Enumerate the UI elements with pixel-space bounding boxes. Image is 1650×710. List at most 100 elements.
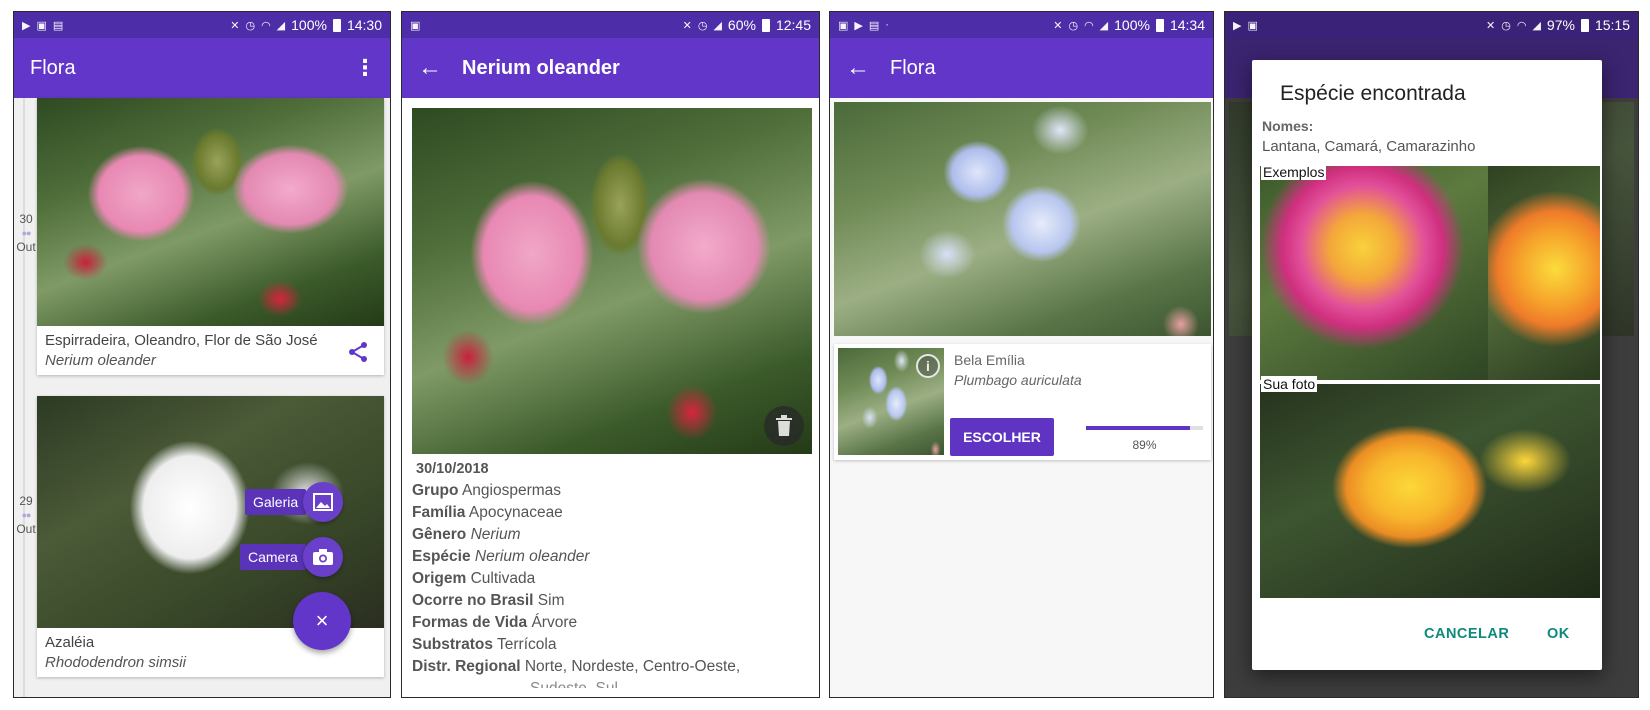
cancel-button[interactable]: CANCELAR	[1424, 626, 1509, 642]
names-value: Lantana, Camará, Camarazinho	[1262, 138, 1476, 155]
notification-icon: ▣	[36, 19, 47, 32]
battery-icon	[1580, 18, 1589, 32]
battery-percent: 60%	[727, 17, 756, 33]
mute-icon: ✕	[230, 19, 240, 32]
timeline-dot-icon: ●●	[21, 228, 32, 238]
timeline-dot-icon: ●●	[21, 510, 32, 520]
detail-label: Origem	[412, 570, 467, 587]
names-label: Nomes:	[1262, 118, 1314, 134]
dialog-title: Espécie encontrada	[1280, 82, 1466, 105]
delete-button[interactable]	[764, 406, 804, 446]
clock: 15:15	[1594, 17, 1630, 33]
clock: 14:34	[1169, 17, 1205, 33]
notification-icon: ·	[885, 19, 889, 31]
battery-percent: 100%	[291, 17, 327, 33]
camera-button[interactable]	[303, 537, 343, 577]
detail-label: Grupo	[412, 482, 459, 499]
species-details: 30/10/2018 Grupo Angiospermas Família Ap…	[412, 458, 811, 688]
ok-button[interactable]: OK	[1547, 626, 1570, 642]
screen-timeline: ▶ ▣ ▤ ✕ ◷ ◠ ◢ 100% 14:30 Flora ⋮ 30 ●● Out 29 ●…	[13, 11, 391, 698]
card-caption: Espirradeira, Oleandro, Flor de São José…	[37, 326, 384, 375]
example-photo[interactable]	[1488, 166, 1600, 380]
wifi-icon: ◠	[1516, 19, 1527, 32]
result-content: i Bela Emília Plumbago auriculata ESCOLH…	[830, 98, 1213, 697]
confidence-bar	[1086, 426, 1203, 430]
detail-row: Grupo Angiospermas	[412, 480, 811, 502]
notification-icon: ▣	[1247, 19, 1258, 32]
mute-icon: ✕	[682, 19, 692, 32]
notification-icon: ▣	[838, 19, 849, 32]
result-thumbnail[interactable]: i	[838, 348, 944, 455]
back-arrow-icon[interactable]: ←	[846, 54, 890, 82]
detail-value-continued: Sudeste, Sul	[412, 678, 811, 688]
share-icon[interactable]	[346, 340, 370, 364]
mute-icon: ✕	[1053, 19, 1063, 32]
date-month: Out	[16, 240, 36, 254]
info-icon[interactable]: i	[916, 354, 940, 378]
detail-value: Apocynaceae	[468, 504, 563, 521]
date-day: 30	[19, 212, 33, 226]
mute-icon: ✕	[1486, 19, 1496, 32]
detail-row: Espécie Nerium oleander	[412, 546, 811, 568]
flower-photo	[412, 108, 812, 454]
detail-label: Ocorre no Brasil	[412, 592, 534, 609]
wifi-icon: ◠	[1084, 19, 1094, 32]
detail-label: Família	[412, 504, 466, 521]
confidence-label: 89%	[1132, 438, 1157, 452]
detail-content[interactable]: 30/10/2018 Grupo Angiospermas Família Ap…	[402, 98, 819, 697]
example-photo[interactable]	[1260, 166, 1488, 380]
detail-label: Formas de Vida	[412, 614, 528, 631]
status-bar: ▣ ▶ ▤ · ✕ ◷ ◠ ◢ 100% 14:34	[830, 12, 1213, 38]
overflow-menu-icon[interactable]: ⋮	[354, 55, 376, 81]
wifi-icon: ◠	[261, 19, 271, 32]
notification-icon: ▤	[868, 19, 880, 32]
clock: 14:30	[346, 17, 382, 33]
detail-value: Sim	[537, 592, 565, 609]
fab-close-button[interactable]: ×	[293, 592, 351, 650]
battery-percent: 100%	[1114, 17, 1150, 33]
detail-row: Distr. Regional Norte, Nordeste, Centro-…	[412, 656, 811, 678]
result-common-name: Bela Emília	[954, 352, 1025, 368]
gallery-button[interactable]	[303, 482, 343, 522]
choose-button[interactable]: ESCOLHER	[950, 418, 1054, 456]
flower-photo	[37, 98, 384, 326]
signal-icon: ◢	[713, 19, 722, 32]
examples-label: Exemplos	[1261, 164, 1327, 180]
detail-row: Substratos Terrícola	[412, 634, 811, 656]
detail-value: Norte, Nordeste, Centro-Oeste,	[524, 658, 741, 675]
battery-percent: 97%	[1546, 17, 1575, 33]
timeline-list[interactable]: 30 ●● Out 29 ●● Out Espirradeira, Oleand…	[14, 98, 390, 697]
flower-card[interactable]: Espirradeira, Oleandro, Flor de São José…	[37, 98, 384, 375]
scientific-name: Nerium oleander	[45, 352, 156, 369]
status-bar: ▣ ✕ ◷ ◢ 60% 12:45	[402, 12, 819, 38]
screen-species-dialog: ▶ ▣ ✕ ◷ ◠ ◢ 97% 15:15 Espécie encontrada Nomes…	[1224, 11, 1639, 698]
result-card[interactable]: i Bela Emília Plumbago auriculata ESCOLH…	[834, 344, 1211, 460]
detail-label: Substratos	[412, 636, 493, 653]
gallery-label[interactable]: Galeria	[245, 489, 307, 515]
camera-icon	[313, 549, 333, 565]
camera-label[interactable]: Camera	[240, 544, 306, 570]
close-icon: ×	[315, 608, 329, 633]
detail-value: Angiospermas	[461, 482, 562, 499]
date-marker: 29 ●● Out	[14, 494, 38, 536]
battery-icon	[332, 18, 341, 32]
user-photo	[1260, 384, 1600, 598]
back-arrow-icon[interactable]: ←	[418, 54, 462, 82]
signal-icon: ◢	[276, 19, 286, 32]
app-bar: ← Nerium oleander	[402, 38, 819, 98]
battery-icon	[1155, 18, 1164, 32]
screen-identification-result: ▣ ▶ ▤ · ✕ ◷ ◠ ◢ 100% 14:34 ← Flora i Bela Emília…	[829, 11, 1214, 698]
detail-value: Nerium oleander	[474, 548, 590, 565]
notification-icon: ▶	[1233, 19, 1242, 32]
detail-row: Origem Cultivada	[412, 568, 811, 590]
clock: 12:45	[775, 17, 811, 33]
date-day: 29	[19, 494, 33, 508]
detail-label: Espécie	[412, 548, 471, 565]
alarm-icon: ◷	[697, 19, 708, 32]
battery-icon	[761, 18, 770, 32]
detail-row: Ocorre no Brasil Sim	[412, 590, 811, 612]
detail-row: Formas de Vida Árvore	[412, 612, 811, 634]
screen-species-detail: ▣ ✕ ◷ ◢ 60% 12:45 ← Nerium oleander 30/10/20…	[401, 11, 820, 698]
detail-label: Gênero	[412, 526, 467, 543]
app-bar: ← Flora	[830, 38, 1213, 98]
